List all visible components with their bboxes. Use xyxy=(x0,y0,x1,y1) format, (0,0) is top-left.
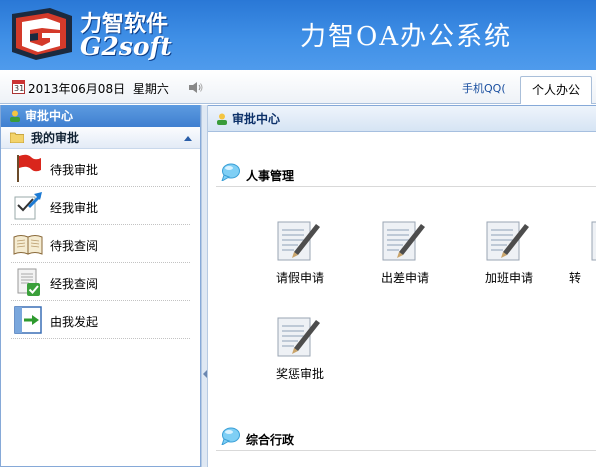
document-pen-icon xyxy=(382,221,425,261)
left-panel-header: 审批中心 xyxy=(1,105,200,127)
section-title: 综合行政 xyxy=(246,433,295,447)
left-panel-title: 审批中心 xyxy=(25,109,74,123)
speaker-icon[interactable] xyxy=(189,82,203,93)
nav-item-initiated-by-me[interactable]: 由我发起 xyxy=(11,301,190,339)
speech-bubble-icon xyxy=(221,427,240,445)
mobile-qq-link[interactable]: 手机QQ( xyxy=(462,80,506,96)
app-leave-request[interactable]: 请假申请 xyxy=(250,218,330,288)
red-flag-icon xyxy=(17,154,41,182)
main-panel-header: 审批中心 xyxy=(208,106,596,132)
main-panel-title: 审批中心 xyxy=(232,112,281,126)
nav-item-reviewed-by-me[interactable]: 经我查阅 xyxy=(11,263,190,301)
app-label: 奖惩审批 xyxy=(275,367,324,381)
left-nav-panel: 审批中心 我的审批 待我审批 经我审批 待我查阅 经我查阅 由我发起 xyxy=(0,105,201,467)
document-pen-icon xyxy=(486,221,529,261)
collapse-arrow-icon[interactable] xyxy=(184,136,192,141)
app-business-trip-request[interactable]: 出差申请 xyxy=(355,218,435,288)
app-reward-punishment-approval[interactable]: 奖惩审批 xyxy=(250,314,330,384)
my-approval-group-header[interactable]: 我的审批 xyxy=(1,127,200,149)
system-title: 力智OA办公系统 xyxy=(300,22,513,52)
document-pen-icon xyxy=(277,317,320,357)
app-header: 力智软件 G2soft 力智OA办公系统 xyxy=(0,0,596,70)
section-title: 人事管理 xyxy=(246,169,295,183)
speech-bubble-icon xyxy=(221,163,240,181)
approved-arrow-icon xyxy=(14,192,42,220)
nav-label: 待我查阅 xyxy=(50,239,99,253)
document-pen-icon xyxy=(277,221,320,261)
open-book-icon xyxy=(13,235,43,255)
nav-label: 待我审批 xyxy=(50,163,99,177)
calendar-icon: 31 xyxy=(12,80,25,94)
section-hr-management: 人事管理 xyxy=(208,161,596,187)
date-value: 2013年06月08日 xyxy=(28,82,126,96)
group-title: 我的审批 xyxy=(31,131,80,145)
logo-english-name: G2soft xyxy=(80,32,172,61)
top-toolbar: 31 2013年06月08日 星期六 手机QQ( 个人办公 xyxy=(0,70,596,104)
app-label: 加班申请 xyxy=(484,271,533,285)
app-label: 出差申请 xyxy=(380,271,429,285)
checked-document-icon xyxy=(17,268,40,296)
nav-item-pending-review[interactable]: 待我查阅 xyxy=(11,225,190,263)
app-transfer-request[interactable]: 转 xyxy=(564,218,596,288)
section-general-administration: 综合行政 xyxy=(208,425,596,451)
current-date: 2013年06月08日 星期六 xyxy=(28,80,169,97)
app-overtime-request[interactable]: 加班申请 xyxy=(459,218,539,288)
g2soft-logo-mark xyxy=(12,8,72,60)
section-header: 综合行政 xyxy=(216,425,596,451)
nav-label: 由我发起 xyxy=(50,315,99,329)
nav-label: 经我查阅 xyxy=(50,277,99,291)
approval-nav-list: 待我审批 经我审批 待我查阅 经我查阅 由我发起 xyxy=(1,149,200,339)
panel-splitter[interactable] xyxy=(201,105,208,467)
user-icon xyxy=(217,113,227,125)
company-logo: 力智软件 G2soft xyxy=(6,4,182,64)
app-label: 转 xyxy=(569,271,582,285)
folder-icon xyxy=(10,132,24,143)
main-content-panel: 审批中心 人事管理 请假申请 出差申请 加班申请 转 奖惩审批 综合行政 xyxy=(208,105,596,467)
section-header: 人事管理 xyxy=(216,161,596,187)
initiate-arrow-icon xyxy=(14,306,42,334)
document-pen-icon xyxy=(591,221,596,261)
nav-label: 经我审批 xyxy=(50,201,99,215)
collapse-left-handle-icon[interactable] xyxy=(203,370,207,378)
nav-item-pending-approval[interactable]: 待我审批 xyxy=(11,149,190,187)
app-label: 请假申请 xyxy=(275,271,324,285)
user-icon xyxy=(10,110,20,122)
weekday-value: 星期六 xyxy=(132,82,169,96)
nav-item-approved-by-me[interactable]: 经我审批 xyxy=(11,187,190,225)
tab-personal-office[interactable]: 个人办公 xyxy=(520,76,592,104)
